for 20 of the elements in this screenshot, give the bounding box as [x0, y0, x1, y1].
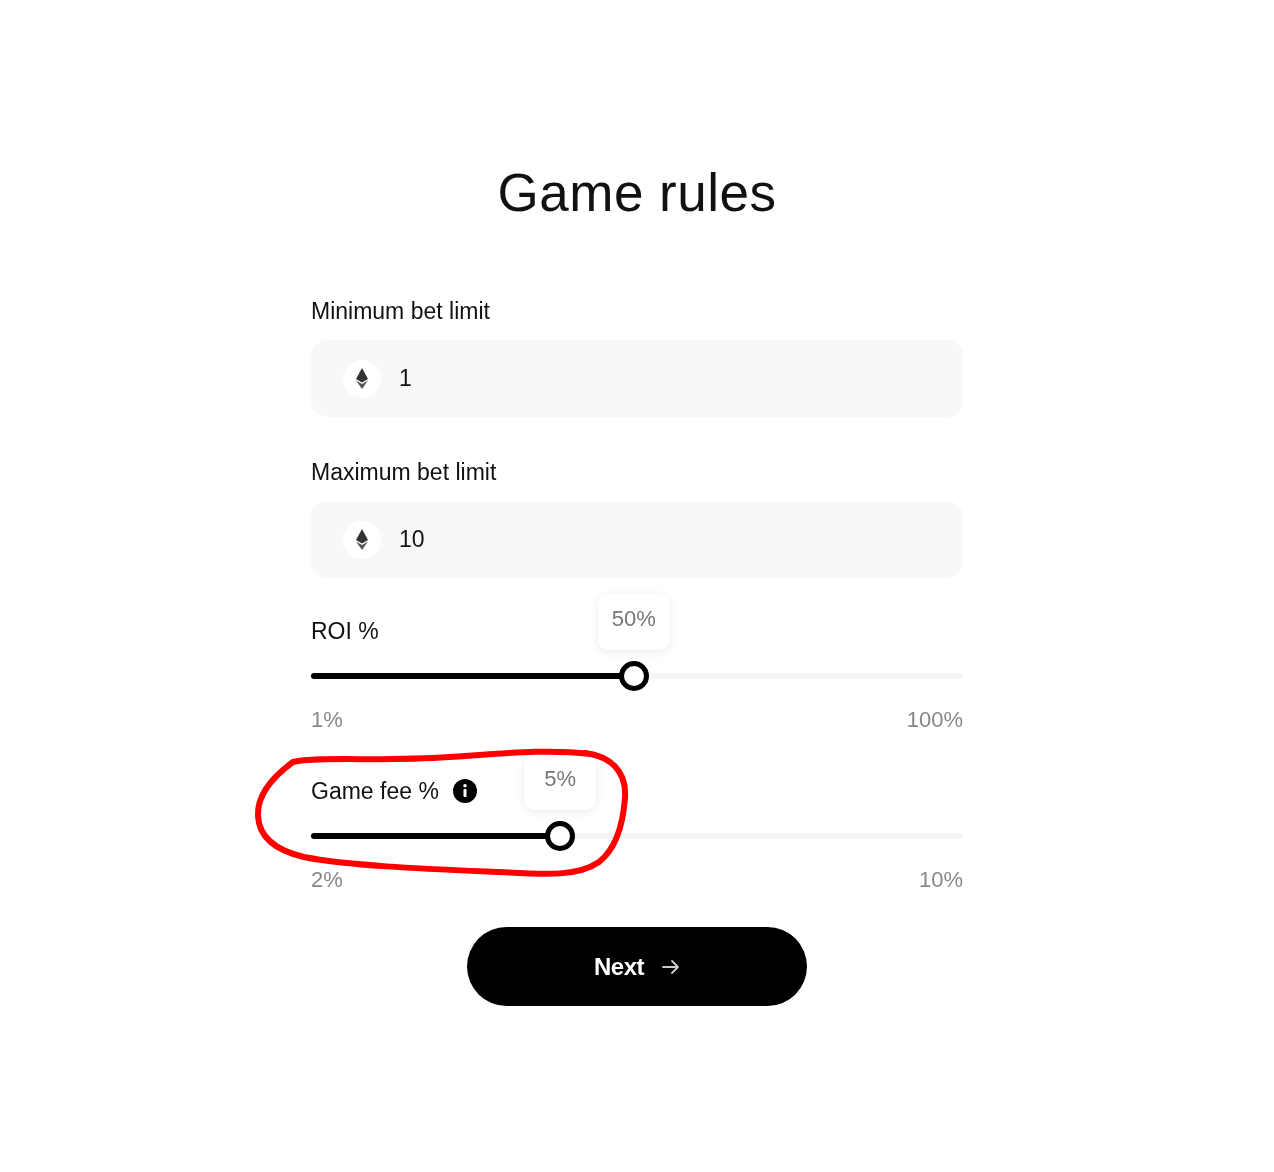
min-value: 1%	[311, 707, 343, 733]
slider-thumb[interactable]	[618, 661, 649, 691]
slider-thumb[interactable]	[545, 821, 576, 851]
input-field[interactable]: 10	[311, 501, 963, 578]
max-value: 100%	[906, 707, 963, 733]
input-field[interactable]: 1	[311, 340, 963, 417]
value-tooltip: 5%	[524, 754, 597, 810]
slider-label: Game fee %	[311, 777, 439, 806]
max-value: 10%	[918, 867, 963, 893]
field-value: 10	[399, 526, 425, 553]
field-value: 1	[399, 365, 412, 392]
next-button[interactable]: Next	[467, 927, 807, 1006]
arrow-right-icon	[662, 958, 680, 975]
slider-label: ROI %	[311, 617, 379, 646]
field-label: Maximum bet limit	[311, 458, 497, 487]
field-label: Minimum bet limit	[311, 297, 490, 326]
value-tooltip: 50%	[597, 594, 670, 650]
min-value: 2%	[311, 867, 343, 893]
info-icon[interactable]	[452, 779, 477, 803]
page-title: Game rules	[496, 162, 778, 224]
